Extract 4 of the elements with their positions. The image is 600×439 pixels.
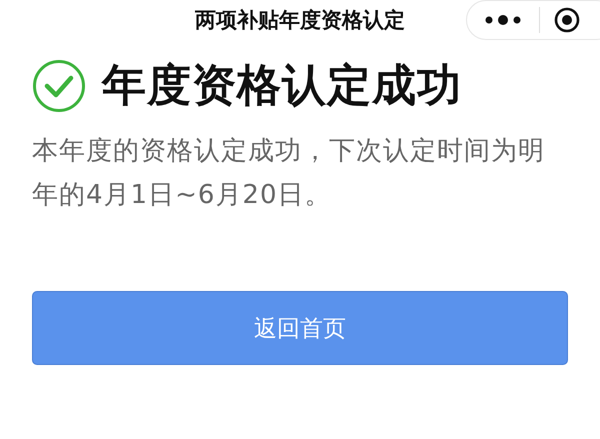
result-message: 本年度的资格认定成功，下次认定时间为明年的4月1日~6月20日。 xyxy=(32,135,546,212)
page-title: 两项补贴年度资格认定 xyxy=(195,7,405,34)
result-heading: 年度资格认定成功 xyxy=(102,59,462,113)
back-home-button[interactable]: 返回首页 xyxy=(32,291,568,365)
